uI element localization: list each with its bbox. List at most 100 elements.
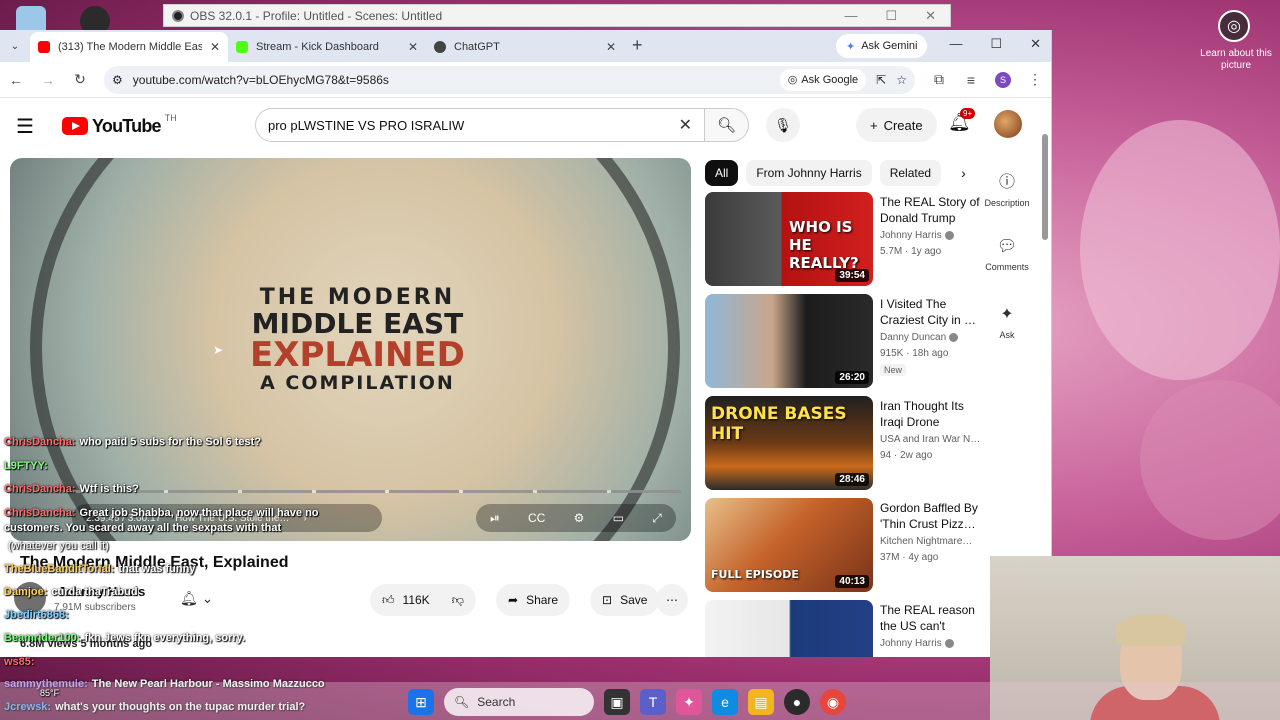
description-button[interactable]: ⓘ Description bbox=[984, 168, 1030, 208]
recommendation-item[interactable]: 26:20 I Visited The Craziest City in … D… bbox=[705, 294, 980, 390]
media-icon[interactable]: ≡ bbox=[963, 72, 979, 88]
copilot-icon[interactable]: ✦ bbox=[676, 689, 702, 715]
video-thumbnail[interactable]: WHO IS HE REALLY? 39:54 bbox=[705, 192, 873, 286]
tab-search-icon[interactable]: ⌄ bbox=[0, 30, 30, 62]
site-info-icon[interactable]: ⚙ bbox=[112, 73, 123, 87]
address-bar[interactable]: ⚙ youtube.com/watch?v=bLOEhycMG78&t=9586… bbox=[104, 65, 915, 94]
recommendation-channel[interactable]: Kitchen Nightmare… bbox=[880, 536, 972, 547]
more-actions-button[interactable]: ⋯ bbox=[656, 584, 688, 616]
new-tab-icon[interactable]: + bbox=[632, 35, 643, 56]
clear-search-icon[interactable]: ✕ bbox=[679, 115, 692, 135]
obs-window-titlebar[interactable]: OBS 32.0.1 - Profile: Untitled - Scenes:… bbox=[163, 4, 951, 27]
recommendation-item[interactable]: FULL EPISODE 40:13 Gordon Baffled By 'Th… bbox=[705, 498, 980, 594]
bookmark-star-icon[interactable]: ☆ bbox=[896, 73, 907, 87]
captions-icon[interactable]: CC bbox=[528, 511, 545, 525]
tab-youtube[interactable]: (313) The Modern Middle East, E ✕ bbox=[30, 32, 228, 62]
edge-icon[interactable]: e bbox=[712, 689, 738, 715]
settings-gear-icon[interactable]: ⚙ bbox=[574, 511, 585, 525]
chip-all[interactable]: All bbox=[705, 160, 739, 186]
recommendation-item[interactable]: The REAL reason the US can't bea… Johnny… bbox=[705, 600, 980, 657]
comments-button[interactable]: 💬︎ Comments bbox=[984, 236, 1030, 272]
extensions-icon[interactable]: ⧉ bbox=[931, 71, 947, 88]
taskbar-search[interactable]: 🔍︎ Search bbox=[444, 688, 594, 716]
recommendation-channel[interactable]: Danny Duncan bbox=[880, 332, 959, 343]
close-tab-icon[interactable]: ✕ bbox=[210, 40, 220, 54]
ask-gemini-button[interactable]: ✦ Ask Gemini bbox=[836, 34, 928, 58]
close-tab-icon[interactable]: ✕ bbox=[408, 40, 418, 54]
menu-icon[interactable]: ☰ bbox=[16, 114, 40, 139]
chrome-taskbar-icon[interactable]: ◉ bbox=[820, 689, 846, 715]
recommendation-title[interactable]: Gordon Baffled By 'Thin Crust Pizz… bbox=[880, 500, 980, 532]
chrome-menu-icon[interactable]: ⋮ bbox=[1027, 71, 1043, 88]
dislike-icon[interactable]: 👎︎ bbox=[452, 593, 464, 608]
recommendation-channel[interactable]: Johnny Harris bbox=[880, 638, 954, 649]
recommendation-item[interactable]: DRONE BASES HIT 28:46 Iran Thought Its I… bbox=[705, 396, 980, 492]
video-thumbnail[interactable]: 26:20 bbox=[705, 294, 873, 388]
thumbnail-text: FULL EPISODE bbox=[711, 568, 799, 581]
search-query[interactable]: pro pLWSTINE VS PRO ISRALIW bbox=[268, 118, 679, 133]
recommendation-title[interactable]: Iran Thought Its Iraqi Drone Base… bbox=[880, 398, 980, 432]
windows-start-icon[interactable]: ⊞ bbox=[408, 689, 434, 715]
forward-icon[interactable]: → bbox=[40, 72, 56, 88]
subscription-bell-icon[interactable]: 🔔︎ ⌄ bbox=[180, 590, 213, 607]
teams-icon[interactable]: T bbox=[640, 689, 666, 715]
weather-temp[interactable]: 85°F bbox=[40, 688, 59, 698]
learn-about-picture-label[interactable]: Learn about this picture bbox=[1196, 48, 1276, 72]
recommendation-item[interactable]: WHO IS HE REALLY? 39:54 The REAL Story o… bbox=[705, 192, 980, 288]
close-icon[interactable]: ✕ bbox=[1030, 36, 1041, 52]
like-icon[interactable]: 👍︎ bbox=[382, 593, 395, 608]
maximize-icon[interactable]: ☐ bbox=[885, 8, 897, 24]
gemini-sparkle-icon: ✦ bbox=[846, 40, 856, 53]
player-controls: ⏯ CC ⚙ ▭ ⤢ bbox=[476, 504, 676, 532]
tab-chatgpt[interactable]: ChatGPT ✕ bbox=[426, 32, 624, 62]
comments-label: Comments bbox=[985, 262, 1029, 272]
comment-icon: 💬︎ bbox=[996, 238, 1018, 255]
maximize-icon[interactable]: ☐ bbox=[990, 36, 1002, 52]
close-tab-icon[interactable]: ✕ bbox=[606, 40, 616, 54]
youtube-logo[interactable]: YouTube TH bbox=[62, 113, 177, 137]
install-app-icon[interactable]: ⇱ bbox=[876, 73, 886, 87]
theater-mode-icon[interactable]: ▭ bbox=[613, 511, 624, 525]
search-button[interactable]: 🔍︎ bbox=[705, 108, 749, 142]
like-count[interactable]: 116K bbox=[403, 593, 430, 607]
lens-icon[interactable]: ◎ bbox=[1218, 10, 1250, 42]
url-text[interactable]: youtube.com/watch?v=bLOEhycMG78&t=9586s bbox=[133, 73, 770, 87]
video-title-card: THE MODERN MIDDLE EAST EXPLAINED A COMPI… bbox=[250, 286, 465, 394]
voice-search-button[interactable]: 🎙︎ bbox=[766, 108, 800, 142]
minimize-icon[interactable]: — bbox=[844, 8, 857, 24]
account-avatar[interactable] bbox=[994, 110, 1022, 138]
recommendation-title[interactable]: The REAL reason the US can't bea… bbox=[880, 602, 980, 636]
chip-from-channel[interactable]: From Johnny Harris bbox=[746, 160, 872, 186]
recommendation-channel[interactable]: Johnny Harris bbox=[880, 230, 954, 241]
chat-message: TheBlueBanditTorial: that was funny bbox=[4, 563, 196, 575]
back-icon[interactable]: ← bbox=[8, 72, 24, 88]
autoplay-toggle-icon[interactable]: ⏯ bbox=[490, 511, 500, 526]
video-thumbnail[interactable]: DRONE BASES HIT 28:46 bbox=[705, 396, 873, 490]
obs-taskbar-icon[interactable]: ● bbox=[784, 689, 810, 715]
minimize-icon[interactable]: — bbox=[949, 36, 962, 52]
chevron-right-icon[interactable]: › bbox=[961, 165, 966, 181]
close-icon[interactable]: ✕ bbox=[925, 8, 936, 24]
video-thumbnail[interactable] bbox=[705, 600, 873, 657]
file-explorer-icon[interactable]: ▤ bbox=[748, 689, 774, 715]
share-icon: ➦ bbox=[508, 593, 519, 607]
save-button[interactable]: ⊡ Save bbox=[590, 584, 660, 616]
fullscreen-icon[interactable]: ⤢ bbox=[652, 511, 662, 526]
recommendation-title[interactable]: I Visited The Craziest City in … bbox=[880, 296, 980, 328]
create-button[interactable]: + Create bbox=[856, 108, 937, 142]
chip-related[interactable]: Related bbox=[879, 160, 942, 186]
recommendation-title[interactable]: The REAL Story of Donald Trump bbox=[880, 194, 980, 226]
tab-kick-dashboard[interactable]: Stream - Kick Dashboard ✕ bbox=[228, 32, 426, 62]
task-view-icon[interactable]: ▣ bbox=[604, 689, 630, 715]
youtube-header: ☰ YouTube TH pro pLWSTINE VS PRO ISRALIW… bbox=[0, 98, 1051, 154]
youtube-wordmark: YouTube bbox=[92, 115, 162, 136]
recommendation-channel[interactable]: USA and Iran War N… bbox=[880, 434, 980, 445]
video-thumbnail[interactable]: FULL EPISODE 40:13 bbox=[705, 498, 873, 592]
profile-avatar[interactable]: S bbox=[995, 71, 1011, 88]
share-button[interactable]: ➦ Share bbox=[496, 584, 571, 616]
page-scrollbar[interactable] bbox=[1042, 134, 1048, 240]
ask-button[interactable]: ✦ Ask bbox=[984, 304, 1030, 340]
reload-icon[interactable]: ↻ bbox=[72, 71, 88, 88]
search-input[interactable]: pro pLWSTINE VS PRO ISRALIW ✕ bbox=[255, 108, 705, 142]
ask-google-button[interactable]: ◎ Ask Google bbox=[779, 68, 867, 91]
